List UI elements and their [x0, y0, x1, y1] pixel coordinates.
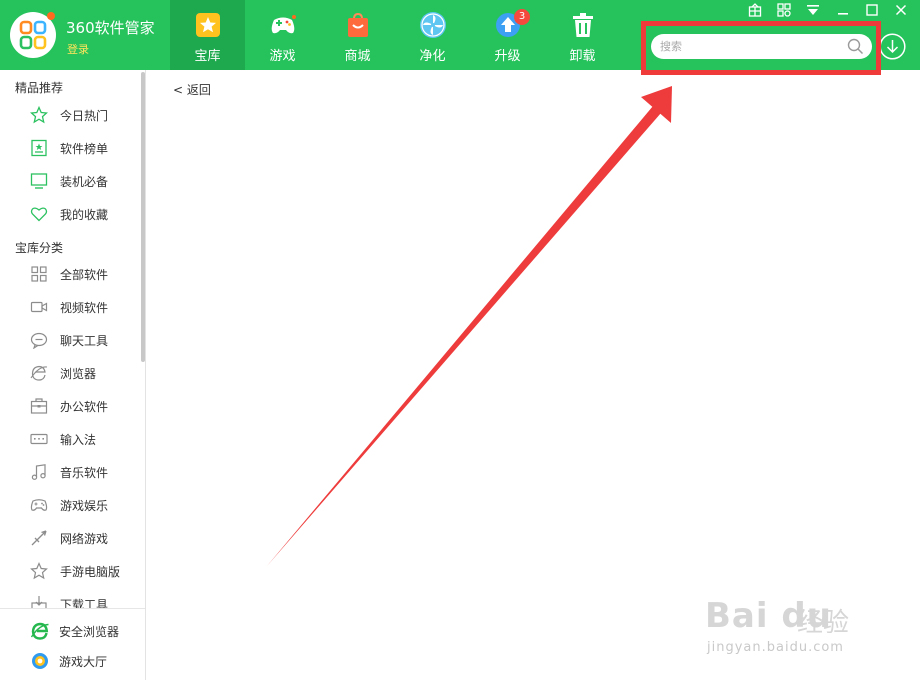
- sidebar-item-label: 浏览器: [60, 367, 97, 381]
- video-camera-icon: [30, 301, 48, 313]
- sidebar-item-rankings[interactable]: 软件榜单: [0, 133, 140, 163]
- watermark-url: jingyan.baidu.com: [707, 640, 844, 655]
- tab-games[interactable]: 游戏: [245, 0, 320, 70]
- download-manager-icon[interactable]: [879, 33, 906, 60]
- search-icon[interactable]: [847, 38, 864, 55]
- sidebar-item-label: 安全浏览器: [59, 625, 120, 639]
- ranking-icon: [31, 139, 47, 157]
- heart-icon: [30, 207, 48, 222]
- sidebar-item-label: 软件榜单: [60, 142, 109, 156]
- sidebar-item-label: 我的收藏: [60, 208, 109, 222]
- sidebar-item-video[interactable]: 视频软件: [0, 292, 140, 322]
- chat-bubble-icon: [30, 332, 48, 349]
- skin-icon[interactable]: [746, 3, 764, 21]
- sidebar-item-chat[interactable]: 聊天工具: [0, 325, 140, 355]
- tab-label: 商城: [344, 49, 371, 64]
- tab-label: 净化: [419, 49, 446, 64]
- sidebar-item-label: 聊天工具: [60, 334, 109, 348]
- shopping-bag-icon: [348, 12, 368, 37]
- settings-icon[interactable]: [775, 3, 793, 21]
- sidebar-item-secure-browser[interactable]: 安全浏览器: [0, 616, 145, 646]
- sidebar-item-label: 办公软件: [60, 400, 109, 414]
- sidebar-item-label: 游戏大厅: [59, 655, 108, 669]
- watermark-subtitle: 经验: [797, 608, 850, 638]
- section-title-featured: 精品推荐: [15, 81, 64, 95]
- sidebar-item-favorites[interactable]: 我的收藏: [0, 199, 140, 229]
- sidebar-item-label: 网络游戏: [60, 532, 109, 546]
- sidebar-item-label: 装机必备: [60, 175, 109, 189]
- monitor-icon: [30, 173, 48, 189]
- star-icon: [196, 13, 220, 37]
- sidebar-item-label: 输入法: [60, 433, 97, 447]
- close-icon[interactable]: [892, 3, 910, 21]
- sidebar-item-music[interactable]: 音乐软件: [0, 457, 140, 487]
- login-link[interactable]: 登录: [67, 41, 89, 57]
- sidebar-item-browser[interactable]: 浏览器: [0, 358, 140, 388]
- sidebar-item-game-entertainment[interactable]: 游戏娱乐: [0, 490, 140, 520]
- sidebar-bottom-links: 安全浏览器 游戏大厅: [0, 608, 145, 680]
- sidebar-item-office[interactable]: 办公软件: [0, 391, 140, 421]
- sidebar: 精品推荐 今日热门 软件榜单 装机必备 我的收藏 宝库分类 全部软件 视频软件 …: [0, 70, 146, 680]
- sidebar-item-game-hall[interactable]: 游戏大厅: [0, 646, 145, 676]
- sidebar-scrollbar[interactable]: [141, 72, 145, 362]
- maximize-icon[interactable]: [863, 3, 881, 21]
- tab-mall[interactable]: 商城: [320, 0, 395, 70]
- tab-treasury[interactable]: 宝库: [170, 0, 245, 70]
- briefcase-icon: [30, 398, 48, 414]
- baidu-watermark: Bai du 经验 jingyan.baidu.com: [705, 596, 905, 666]
- sidebar-item-label: 游戏娱乐: [60, 499, 109, 513]
- fan-icon: [420, 12, 446, 38]
- tab-label: 升级: [494, 49, 521, 64]
- sidebar-item-essentials[interactable]: 装机必备: [0, 166, 140, 196]
- search-box: [651, 34, 872, 59]
- trash-icon: [573, 13, 593, 37]
- tab-upgrade[interactable]: 3 升级: [470, 0, 545, 70]
- tab-uninstall[interactable]: 卸载: [545, 0, 620, 70]
- keyboard-icon: [30, 433, 48, 445]
- star-outline-icon: [30, 562, 48, 580]
- grid-icon: [31, 266, 47, 282]
- gamepad-outline-icon: [30, 499, 48, 511]
- sidebar-item-mobile-games-pc[interactable]: 手游电脑版: [0, 556, 140, 586]
- gamepad-icon: [271, 15, 296, 34]
- tab-label: 卸载: [569, 49, 596, 64]
- minimize-icon[interactable]: [834, 3, 852, 21]
- sidebar-item-today-hot[interactable]: 今日热门: [0, 100, 140, 130]
- search-input[interactable]: [660, 38, 840, 55]
- ie-browser-icon: [31, 622, 49, 640]
- tab-label: 游戏: [269, 49, 296, 64]
- upgrade-count-badge: 3: [514, 9, 530, 25]
- browser-icon: [30, 365, 48, 381]
- back-link[interactable]: < 返回: [173, 81, 211, 98]
- sidebar-item-all-software[interactable]: 全部软件: [0, 259, 140, 289]
- sword-icon: [31, 530, 47, 546]
- sidebar-item-label: 视频软件: [60, 301, 109, 315]
- game-hall-icon: [32, 653, 48, 669]
- menu-icon[interactable]: [804, 3, 822, 21]
- tab-label: 宝库: [194, 49, 221, 64]
- music-note-icon: [31, 464, 46, 480]
- sidebar-item-label: 今日热门: [60, 109, 109, 123]
- notification-dot: [47, 12, 55, 20]
- tab-clean[interactable]: 净化: [395, 0, 470, 70]
- section-title-categories: 宝库分类: [15, 241, 64, 255]
- sidebar-item-online-games[interactable]: 网络游戏: [0, 523, 140, 553]
- app-title: 360软件管家: [66, 19, 155, 37]
- sidebar-item-label: 手游电脑版: [60, 565, 121, 579]
- top-bar: 360软件管家 登录 宝库 游戏 商城 净化 3 升级 卸载 搜索: [0, 0, 920, 70]
- sidebar-item-input-method[interactable]: 输入法: [0, 424, 140, 454]
- sidebar-item-label: 音乐软件: [60, 466, 109, 480]
- star-outline-icon: [30, 106, 48, 124]
- sidebar-item-label: 全部软件: [60, 268, 109, 282]
